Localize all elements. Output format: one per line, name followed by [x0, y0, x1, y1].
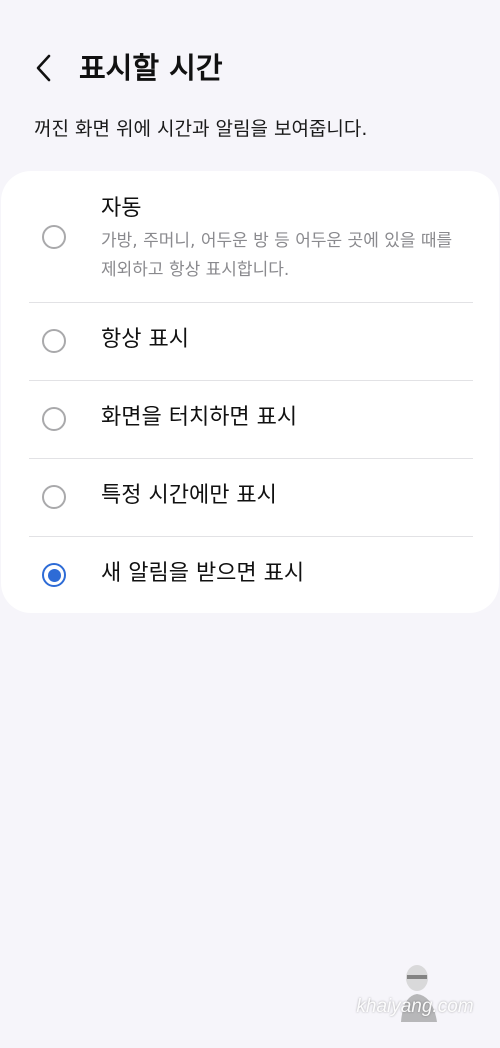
radio-button[interactable] — [42, 225, 66, 249]
description-text: 꺼진 화면 위에 시간과 알림을 보여줍니다. — [34, 118, 368, 140]
option-description: 가방, 주머니, 어두운 방 등 어두운 곳에 있을 때를 제외하고 항상 표시… — [101, 231, 453, 280]
radio-button[interactable] — [42, 485, 66, 509]
options-card: 자동 가방, 주머니, 어두운 방 등 어두운 곳에 있을 때를 제외하고 항상… — [1, 171, 499, 613]
radio-button-selected[interactable] — [42, 563, 66, 587]
radio-button[interactable] — [42, 407, 66, 431]
header: 표시할 시간 — [0, 38, 500, 98]
option-always[interactable]: 항상 표시 — [1, 303, 499, 381]
watermark-text: khaiyang.com — [356, 996, 474, 1017]
option-label: 특정 시간에만 표시 — [101, 483, 277, 508]
page-title: 표시할 시간 — [79, 51, 223, 85]
watermark: khaiyang.com — [345, 960, 485, 1040]
option-label: 자동 — [101, 196, 142, 221]
option-label: 화면을 터치하면 표시 — [101, 405, 298, 430]
option-label: 새 알림을 받으면 표시 — [101, 561, 305, 586]
option-auto[interactable]: 자동 가방, 주머니, 어두운 방 등 어두운 곳에 있을 때를 제외하고 항상… — [1, 171, 499, 303]
option-scheduled[interactable]: 특정 시간에만 표시 — [1, 459, 499, 537]
radio-dot — [47, 568, 61, 582]
option-new-notifications[interactable]: 새 알림을 받으면 표시 — [1, 537, 499, 613]
chevron-left-icon — [36, 54, 51, 82]
option-tap-to-show[interactable]: 화면을 터치하면 표시 — [1, 381, 499, 459]
radio-button[interactable] — [42, 329, 66, 353]
option-label: 항상 표시 — [101, 327, 189, 352]
back-button[interactable] — [26, 50, 62, 86]
